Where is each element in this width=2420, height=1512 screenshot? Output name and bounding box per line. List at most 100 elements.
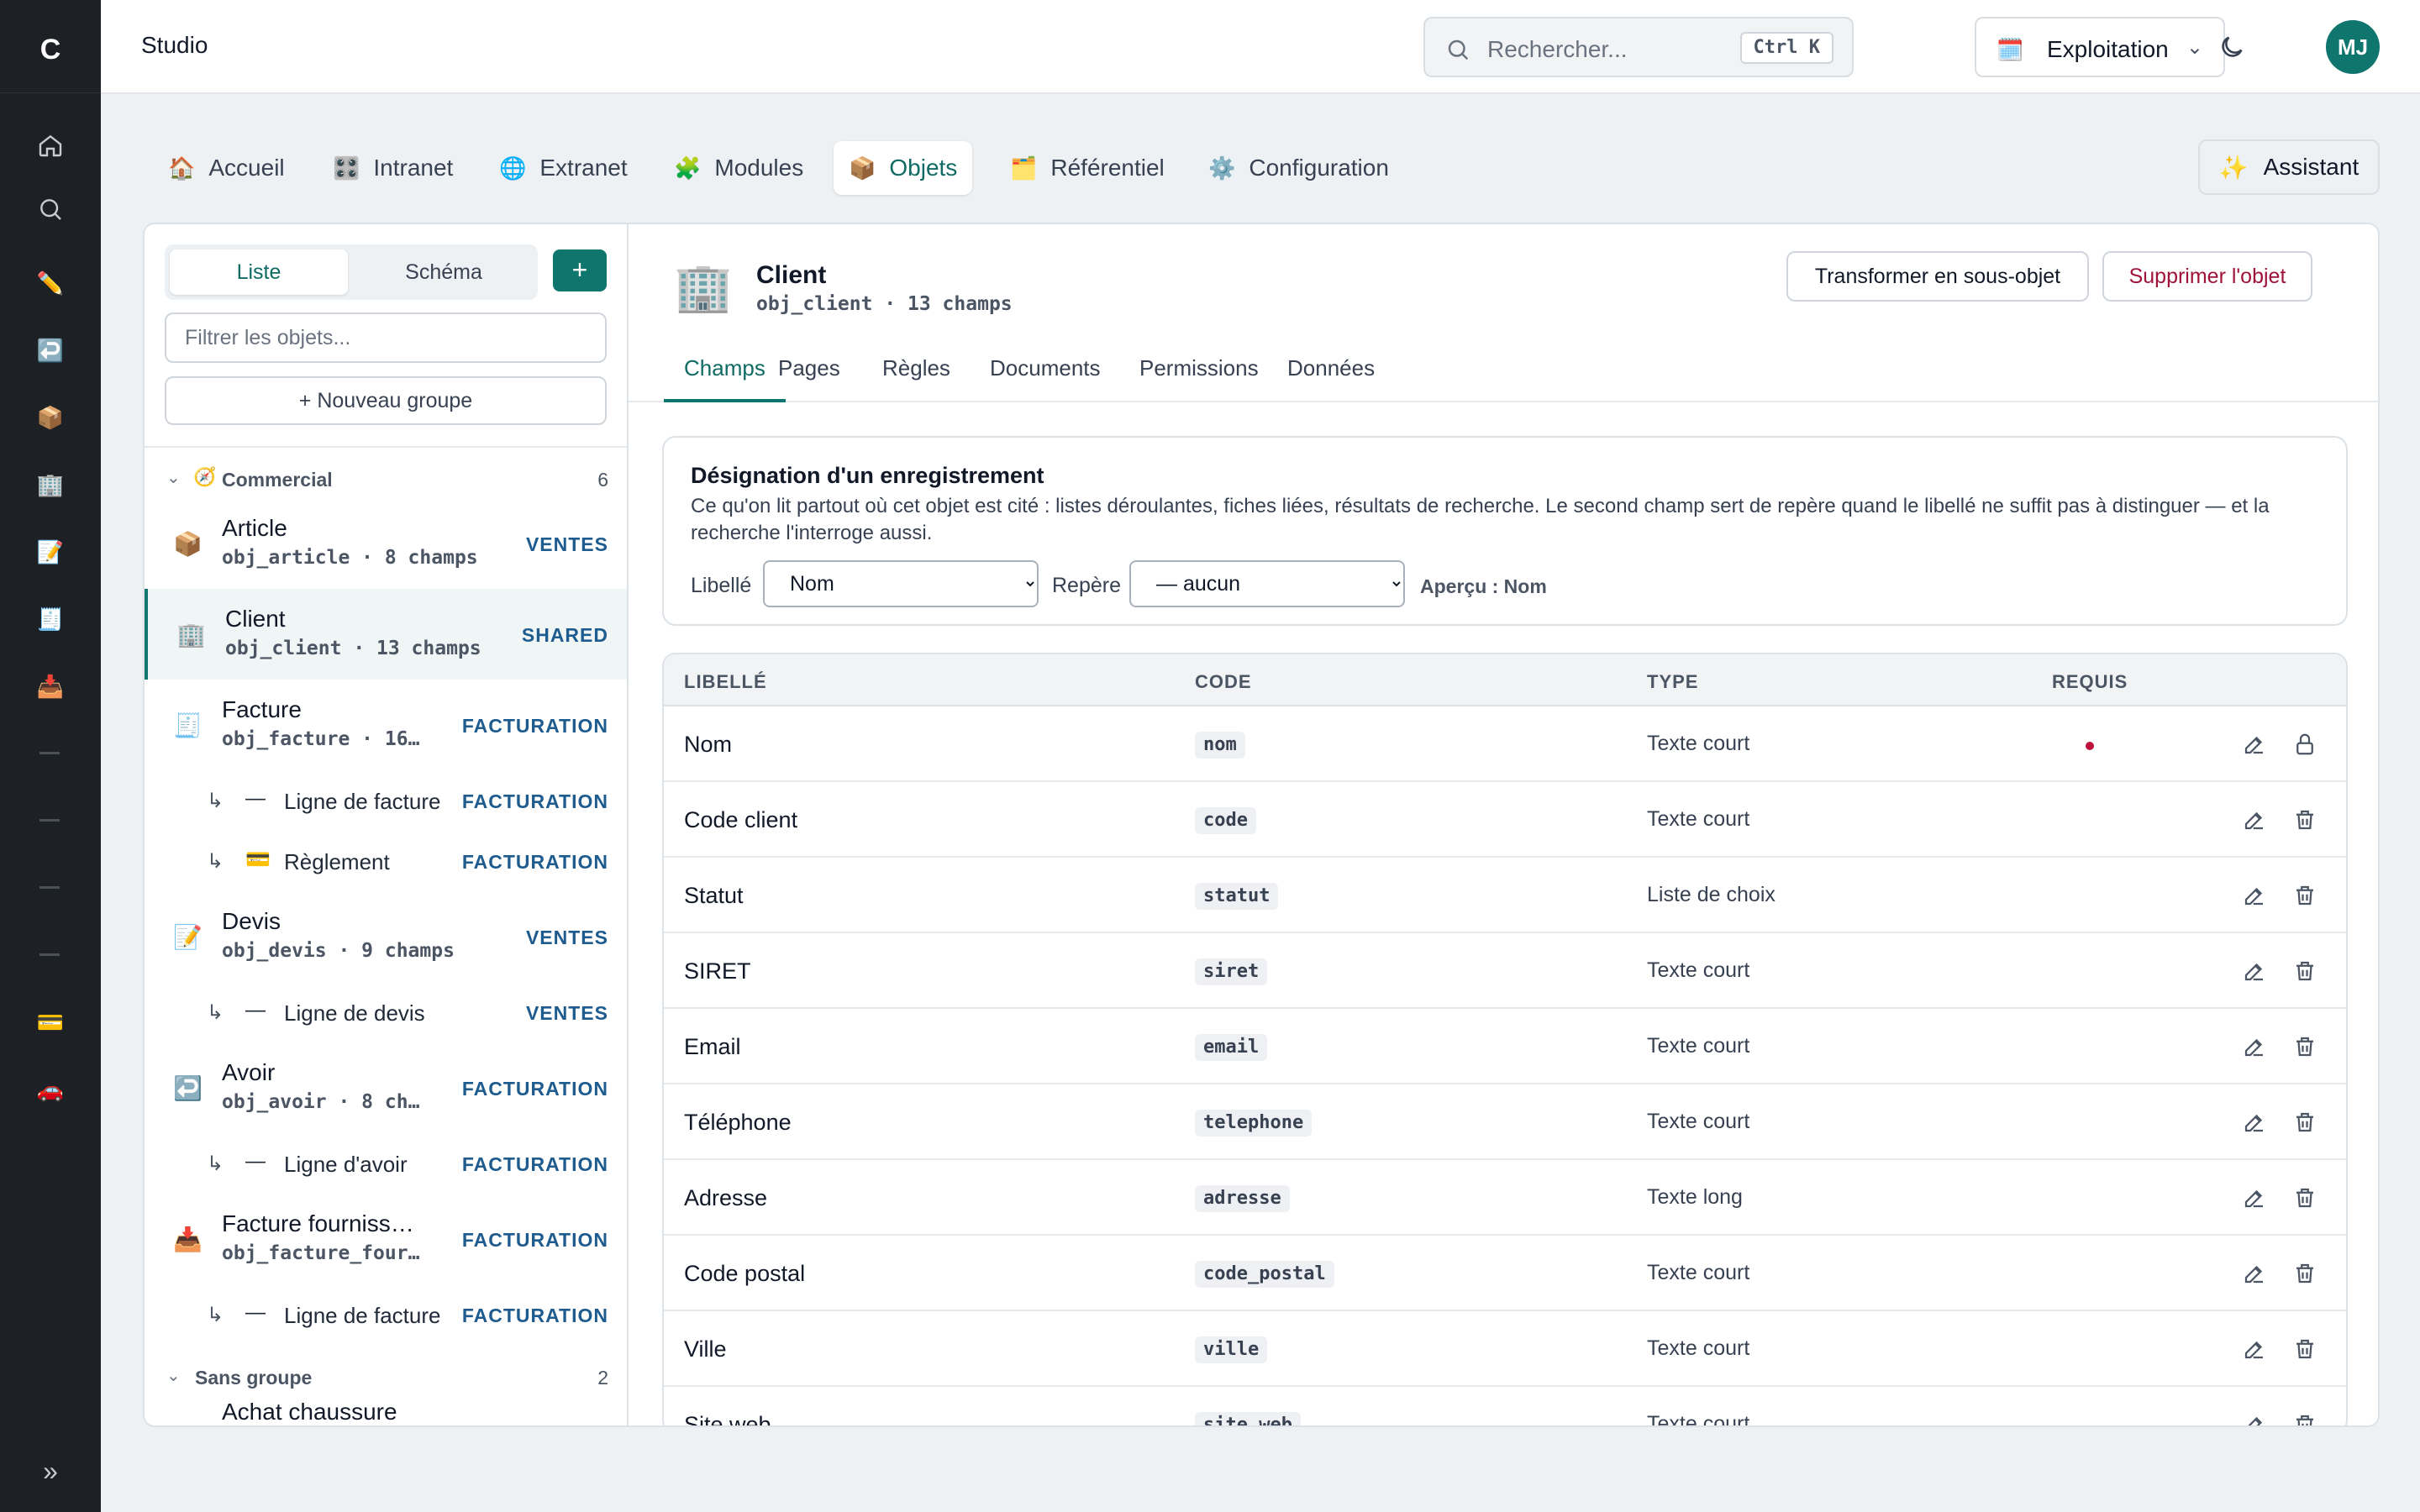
object-item-client[interactable]: 🏢 Client obj_client · 13 champs SHARED — [145, 589, 627, 680]
subobject-item[interactable]: ↳ — Ligne de facture FACTURATION — [145, 1284, 627, 1345]
object-item-facture-fournisseur[interactable]: 📥 Facture fournisseur obj_facture_fourni… — [145, 1194, 627, 1284]
rail-item-empty[interactable] — [39, 752, 60, 754]
subobject-name: Règlement — [284, 849, 390, 874]
edit-icon[interactable] — [2242, 1110, 2267, 1135]
edit-icon[interactable] — [2242, 1185, 2267, 1210]
subobject-item[interactable]: ↳ — Ligne d'avoir FACTURATION — [145, 1133, 627, 1194]
building-icon: 🏢 — [674, 260, 733, 313]
trash-icon[interactable] — [2292, 1261, 2317, 1286]
subobject-item[interactable]: ↳ — Ligne de facture FACTURATION — [145, 770, 627, 831]
col-requis[interactable]: REQUIS — [2052, 671, 2128, 693]
col-code[interactable]: CODE — [1195, 671, 1252, 693]
tab-donnees[interactable]: Données — [1267, 355, 1395, 402]
required-dot-icon — [2086, 742, 2094, 750]
assistant-button[interactable]: ✨ Assistant — [2198, 139, 2380, 195]
rail-item-empty[interactable] — [39, 953, 60, 956]
filter-objects-input[interactable] — [165, 312, 607, 363]
segment-liste[interactable]: Liste — [170, 249, 348, 295]
trash-icon[interactable] — [2292, 883, 2317, 908]
tab-pages[interactable]: Pages — [758, 355, 860, 402]
building-icon: 🏢 — [176, 622, 206, 648]
delete-object-button[interactable]: Supprimer l'objet — [2102, 251, 2312, 302]
add-object-button[interactable]: + — [553, 249, 607, 291]
table-row[interactable]: Code client code Texte court — [664, 782, 2346, 858]
trash-icon[interactable] — [2292, 1185, 2317, 1210]
tab-regles[interactable]: Règles — [862, 355, 971, 402]
edit-icon[interactable] — [2242, 1034, 2267, 1059]
tab-documents[interactable]: Documents — [970, 355, 1121, 402]
lock-icon[interactable] — [2292, 732, 2317, 757]
group-header-sans-groupe[interactable]: ⌄ Sans groupe 2 — [145, 1358, 627, 1395]
tab-permissions[interactable]: Permissions — [1119, 355, 1279, 402]
table-row[interactable]: Statut statut Liste de choix — [664, 858, 2346, 933]
edit-icon[interactable] — [2242, 1336, 2267, 1362]
table-row[interactable]: Ville ville Texte court — [664, 1311, 2346, 1387]
card-icon[interactable]: 💳 — [30, 1002, 71, 1042]
group-badge: FACTURATION — [461, 715, 608, 737]
memo-icon[interactable]: 📝 — [30, 532, 71, 572]
edit-icon[interactable] — [2242, 883, 2267, 908]
subobject-item[interactable]: ↳ — Ligne de devis VENTES — [145, 982, 627, 1042]
home-icon[interactable] — [30, 125, 71, 165]
group-badge: FACTURATION — [461, 1229, 608, 1251]
col-type[interactable]: TYPE — [1647, 671, 1698, 693]
inbox-icon[interactable]: 📥 — [30, 666, 71, 706]
object-item-achat-chaussure[interactable]: Achat chaussure — [145, 1395, 627, 1425]
tab-configuration[interactable]: ⚙️ Configuration — [1193, 141, 1404, 195]
table-row[interactable]: Nom nom Texte court — [664, 706, 2346, 782]
trash-icon[interactable] — [2292, 1110, 2317, 1135]
segment-schema[interactable]: Schéma — [355, 249, 533, 295]
object-item-article[interactable]: 📦 Article obj_article · 8 champs VENTES — [145, 498, 627, 589]
tab-objets[interactable]: 📦 Objets — [834, 141, 973, 195]
edit-icon[interactable] — [2242, 1261, 2267, 1286]
trash-icon[interactable] — [2292, 958, 2317, 984]
table-row[interactable]: Téléphone telephone Texte court — [664, 1084, 2346, 1160]
rail-item-empty[interactable] — [39, 819, 60, 822]
app-logo[interactable]: C — [33, 32, 68, 67]
pencil-icon[interactable]: ✏️ — [30, 263, 71, 303]
undo-icon[interactable]: ↩️ — [30, 330, 71, 370]
package-icon[interactable]: 📦 — [30, 397, 71, 438]
table-row[interactable]: Site web site_web Texte court — [664, 1387, 2346, 1425]
trash-icon[interactable] — [2292, 1336, 2317, 1362]
receipt-icon[interactable]: 🧾 — [30, 599, 71, 639]
transform-subobject-button[interactable]: Transformer en sous-objet — [1786, 251, 2089, 302]
edit-icon[interactable] — [2242, 1412, 2267, 1425]
edit-icon[interactable] — [2242, 732, 2267, 757]
libelle-select[interactable]: Nom — [763, 560, 1039, 607]
repere-select[interactable]: — aucun — [1129, 560, 1405, 607]
group-header-commercial[interactable]: ⌄ 🧭 Commercial 6 — [145, 460, 627, 497]
environment-selector[interactable]: 🗓️ Exploitation ⌄ — [1975, 17, 2225, 77]
object-item-avoir[interactable]: ↩️ Avoir obj_avoir · 8 champs FACTURATIO… — [145, 1042, 627, 1133]
table-row[interactable]: Code postal code_postal Texte court — [664, 1236, 2346, 1311]
tab-intranet[interactable]: 🎛️ Intranet — [318, 141, 468, 195]
table-row[interactable]: SIRET siret Texte court — [664, 933, 2346, 1009]
theme-toggle[interactable] — [2208, 24, 2255, 71]
tab-extranet[interactable]: 🌐 Extranet — [484, 141, 643, 195]
tab-accueil[interactable]: 🏠 Accueil — [153, 141, 300, 195]
col-libelle[interactable]: LIBELLÉ — [684, 671, 767, 693]
expand-rail-icon[interactable]: » — [30, 1451, 71, 1491]
tab-referentiel[interactable]: 🗂️ Référentiel — [995, 141, 1180, 195]
edit-icon[interactable] — [2242, 958, 2267, 984]
tab-modules[interactable]: 🧩 Modules — [659, 141, 818, 195]
object-item-facture[interactable]: 🧾 Facture obj_facture · 16 champs FACTUR… — [145, 680, 627, 770]
sparkles-icon: ✨ — [2218, 154, 2249, 181]
user-avatar[interactable]: MJ — [2326, 20, 2380, 74]
object-item-devis[interactable]: 📝 Devis obj_devis · 9 champs VENTES — [145, 891, 627, 982]
new-group-button[interactable]: + Nouveau groupe — [165, 376, 607, 425]
trash-icon[interactable] — [2292, 1034, 2317, 1059]
table-row[interactable]: Adresse adresse Texte long — [664, 1160, 2346, 1236]
table-row[interactable]: Email email Texte court — [664, 1009, 2346, 1084]
search-icon[interactable] — [30, 189, 71, 229]
rail-item-empty[interactable] — [39, 886, 60, 889]
global-search[interactable]: Rechercher... Ctrl K — [1423, 17, 1854, 77]
building-icon[interactable]: 🏢 — [30, 465, 71, 505]
edit-icon[interactable] — [2242, 807, 2267, 832]
trash-icon[interactable] — [2292, 807, 2317, 832]
group-badge: FACTURATION — [461, 1153, 608, 1175]
subobject-item[interactable]: ↳ 💳 Règlement FACTURATION — [145, 831, 627, 891]
car-icon[interactable]: 🚗 — [30, 1069, 71, 1110]
trash-icon[interactable] — [2292, 1412, 2317, 1425]
chevron-down-icon: ⌄ — [166, 469, 181, 487]
